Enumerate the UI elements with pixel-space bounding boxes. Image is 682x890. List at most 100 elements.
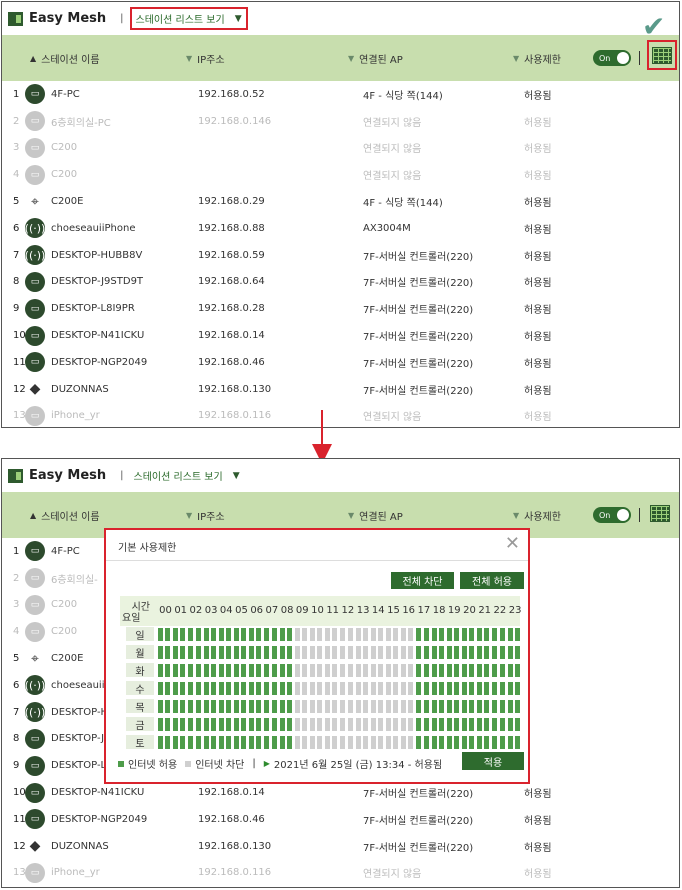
schedule-cell[interactable]	[408, 628, 414, 641]
schedule-cell[interactable]	[499, 646, 505, 659]
col-ip[interactable]: ▼ IP주소	[186, 51, 225, 66]
schedule-cell[interactable]	[218, 682, 224, 695]
schedule-cell[interactable]	[499, 718, 505, 731]
schedule-cell[interactable]	[264, 718, 270, 731]
schedule-cell[interactable]	[173, 736, 179, 749]
schedule-cell[interactable]	[210, 682, 216, 695]
schedule-cell[interactable]	[165, 646, 171, 659]
schedule-cell[interactable]	[180, 700, 186, 713]
schedule-cell[interactable]	[294, 718, 300, 731]
close-icon[interactable]: ✕	[505, 533, 520, 554]
schedule-cell[interactable]	[188, 700, 194, 713]
schedule-cell[interactable]	[218, 718, 224, 731]
schedule-cell[interactable]	[507, 736, 513, 749]
col-limit[interactable]: ▼ 사용제한	[513, 51, 561, 66]
schedule-cell[interactable]	[264, 736, 270, 749]
schedule-cell[interactable]	[218, 646, 224, 659]
schedule-cell[interactable]	[408, 700, 414, 713]
schedule-cell[interactable]	[180, 628, 186, 641]
schedule-cell[interactable]	[378, 628, 383, 641]
schedule-cell[interactable]	[416, 682, 422, 695]
schedule-cell[interactable]	[226, 700, 231, 713]
schedule-cell[interactable]	[286, 718, 292, 731]
schedule-cell[interactable]	[310, 700, 315, 713]
schedule-cell[interactable]	[234, 682, 239, 695]
schedule-cell[interactable]	[302, 736, 307, 749]
schedule-cell[interactable]	[362, 628, 368, 641]
schedule-cell[interactable]	[325, 628, 331, 641]
apply-button[interactable]: 적용	[462, 752, 524, 770]
schedule-cell[interactable]	[401, 628, 407, 641]
col-limit[interactable]: ▼ 사용제한	[513, 508, 561, 523]
schedule-cell[interactable]	[158, 718, 163, 731]
schedule-cell[interactable]	[317, 646, 323, 659]
schedule-cell[interactable]	[264, 646, 270, 659]
schedule-cell[interactable]	[195, 664, 201, 677]
schedule-cell[interactable]	[279, 682, 285, 695]
schedule-cell[interactable]	[310, 628, 315, 641]
schedule-cell[interactable]	[401, 718, 407, 731]
schedule-cell[interactable]	[332, 718, 338, 731]
schedule-cell[interactable]	[462, 628, 467, 641]
schedule-cell[interactable]	[279, 628, 285, 641]
schedule-cell[interactable]	[438, 646, 444, 659]
schedule-cell[interactable]	[241, 736, 247, 749]
schedule-cell[interactable]	[210, 718, 216, 731]
schedule-cell[interactable]	[279, 718, 285, 731]
schedule-cell[interactable]	[180, 718, 186, 731]
schedule-cell[interactable]	[340, 682, 346, 695]
schedule-cell[interactable]	[188, 646, 194, 659]
schedule-cell[interactable]	[386, 646, 391, 659]
schedule-cell[interactable]	[165, 718, 171, 731]
schedule-cell[interactable]	[241, 646, 247, 659]
schedule-cell[interactable]	[362, 718, 368, 731]
station-row[interactable]: 9 ▭ DESKTOP-L8I9PR 192.168.0.28 7F-서버실 컨트롤러(…	[2, 295, 679, 322]
schedule-cell[interactable]	[514, 718, 520, 731]
schedule-cell[interactable]	[469, 664, 475, 677]
schedule-cell[interactable]	[210, 700, 216, 713]
schedule-cell[interactable]	[165, 682, 171, 695]
schedule-cell[interactable]	[218, 700, 224, 713]
schedule-cell[interactable]	[317, 682, 323, 695]
schedule-cell[interactable]	[317, 700, 323, 713]
schedule-cell[interactable]	[499, 700, 505, 713]
schedule-cell[interactable]	[302, 682, 307, 695]
schedule-cell[interactable]	[378, 736, 383, 749]
schedule-cell[interactable]	[317, 664, 323, 677]
schedule-cell[interactable]	[355, 646, 361, 659]
schedule-cell[interactable]	[438, 718, 444, 731]
schedule-cell[interactable]	[286, 700, 292, 713]
schedule-cell[interactable]	[173, 628, 179, 641]
schedule-cell[interactable]	[347, 682, 353, 695]
schedule-cell[interactable]	[195, 682, 201, 695]
schedule-cell[interactable]	[195, 628, 201, 641]
schedule-cell[interactable]	[423, 736, 429, 749]
schedule-cell[interactable]	[438, 628, 444, 641]
schedule-cell[interactable]	[173, 682, 179, 695]
schedule-cell[interactable]	[362, 664, 368, 677]
schedule-cell[interactable]	[180, 664, 186, 677]
schedule-cell[interactable]	[431, 718, 437, 731]
schedule-cell[interactable]	[302, 718, 307, 731]
schedule-cell[interactable]	[492, 736, 498, 749]
station-row[interactable]: 2 ▭ 6층회의실-PC 192.168.0.146 연결되지 않음 허용됨	[2, 108, 679, 135]
schedule-cell[interactable]	[446, 646, 452, 659]
schedule-cell[interactable]	[454, 682, 459, 695]
schedule-cell[interactable]	[325, 682, 331, 695]
schedule-cell[interactable]	[454, 736, 459, 749]
schedule-cell[interactable]	[165, 628, 171, 641]
schedule-cell[interactable]	[477, 628, 483, 641]
schedule-cell[interactable]	[332, 700, 338, 713]
schedule-cell[interactable]	[454, 646, 459, 659]
schedule-cell[interactable]	[492, 664, 498, 677]
schedule-cell[interactable]	[492, 700, 498, 713]
schedule-cell[interactable]	[226, 718, 231, 731]
schedule-cell[interactable]	[423, 628, 429, 641]
schedule-cell[interactable]	[180, 736, 186, 749]
schedule-cell[interactable]	[279, 646, 285, 659]
schedule-cell[interactable]	[469, 628, 475, 641]
schedule-cell[interactable]	[393, 664, 399, 677]
schedule-cell[interactable]	[477, 664, 483, 677]
schedule-cell[interactable]	[195, 646, 201, 659]
schedule-cell[interactable]	[286, 682, 292, 695]
